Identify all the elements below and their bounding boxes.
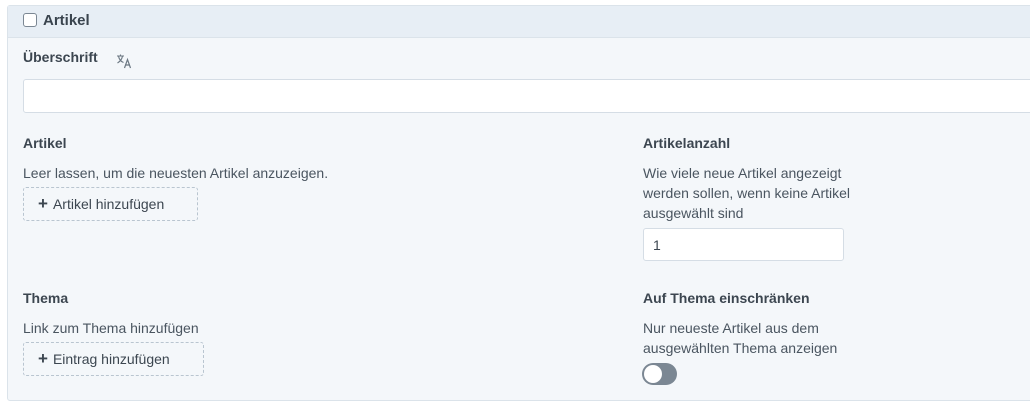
plus-icon: + xyxy=(38,349,48,368)
artikelanzahl-description-line: ausgewählt sind xyxy=(643,205,744,221)
add-article-button[interactable]: + Artikel hinzufügen xyxy=(23,187,198,221)
auf-thema-description-line: ausgewählten Thema anzeigen xyxy=(643,340,838,356)
add-entry-button[interactable]: + Eintrag hinzufügen xyxy=(23,342,204,376)
panel-title: Artikel xyxy=(43,12,90,29)
translate-icon[interactable] xyxy=(116,53,132,69)
artikelanzahl-input[interactable]: 1 xyxy=(643,228,844,261)
thema-label: Thema xyxy=(23,290,69,306)
ueberschrift-input[interactable] xyxy=(23,79,1030,113)
restrict-theme-toggle[interactable] xyxy=(642,363,677,385)
artikelanzahl-label: Artikelanzahl xyxy=(643,135,731,151)
auf-thema-description: Nur neueste Artikel aus dem ausgewählten… xyxy=(643,318,837,358)
plus-icon: + xyxy=(38,194,48,213)
artikelanzahl-description: Wie viele neue Artikel angezeigt werden … xyxy=(643,163,850,223)
artikelanzahl-description-line: Wie viele neue Artikel angezeigt xyxy=(643,165,842,181)
panel-header: Artikel xyxy=(8,6,1030,38)
artikel-description: Leer lassen, um die neuesten Artikel anz… xyxy=(23,165,329,181)
add-entry-button-label: Eintrag hinzufügen xyxy=(52,351,170,367)
auf-thema-label: Auf Thema einschränken xyxy=(643,290,810,306)
article-block-panel: Artikel Überschrift Artikel Leer lassen,… xyxy=(7,5,1030,401)
artikelanzahl-description-line: werden sollen, wenn keine Artikel xyxy=(643,185,851,201)
thema-description: Link zum Thema hinzufügen xyxy=(23,320,199,336)
ueberschrift-label: Überschrift xyxy=(23,49,98,65)
auf-thema-description-line: Nur neueste Artikel aus dem xyxy=(643,320,819,336)
artikel-label: Artikel xyxy=(23,135,67,151)
add-article-button-label: Artikel hinzufügen xyxy=(52,196,165,212)
select-block-checkbox[interactable] xyxy=(23,13,37,27)
toggle-knob xyxy=(644,365,662,383)
